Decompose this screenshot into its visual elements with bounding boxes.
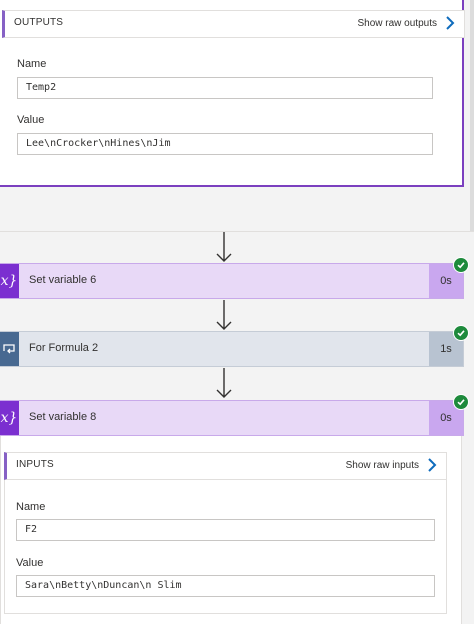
chevron-right-icon xyxy=(446,16,455,30)
show-raw-inputs-label: Show raw inputs xyxy=(345,459,419,471)
outputs-title: OUTPUTS xyxy=(14,17,64,28)
show-raw-inputs-link[interactable]: Show raw inputs xyxy=(346,456,438,474)
set-variable-8-details: INPUTS Show raw inputs Name F2 Value Sar… xyxy=(0,436,462,624)
output-name-value: Temp2 xyxy=(17,77,433,99)
step-title: For Formula 2 xyxy=(29,342,99,354)
check-circle-icon xyxy=(453,394,469,410)
inputs-section-header: INPUTS Show raw inputs xyxy=(4,452,447,480)
check-circle-icon xyxy=(453,325,469,341)
arrow-down-icon xyxy=(216,300,232,330)
inputs-section: INPUTS Show raw inputs Name F2 Value Sar… xyxy=(4,452,447,614)
outputs-section-header: OUTPUTS Show raw outputs xyxy=(2,10,465,38)
variable-icon: x} xyxy=(0,401,19,435)
canvas-divider xyxy=(0,231,474,232)
output-value-value: Lee\nCrocker\nHines\nJim xyxy=(17,133,433,155)
step-set-variable-6[interactable]: x} Set variable 6 0s xyxy=(0,263,464,299)
input-value-value: Sara\nBetty\nDuncan\n Slim xyxy=(16,575,435,597)
show-raw-outputs-label: Show raw outputs xyxy=(357,17,438,29)
loop-icon xyxy=(0,332,19,366)
canvas-scrollbar[interactable] xyxy=(470,0,474,232)
arrow-down-icon xyxy=(216,368,232,398)
variable-icon: x} xyxy=(0,264,19,298)
step-title: Set variable 8 xyxy=(29,411,97,423)
input-name-value: F2 xyxy=(16,519,435,541)
show-raw-outputs-link[interactable]: Show raw outputs xyxy=(358,14,457,32)
chevron-right-icon xyxy=(428,458,437,472)
check-circle-icon xyxy=(453,257,469,273)
arrow-down-icon xyxy=(216,232,232,262)
input-value-label: Value xyxy=(16,557,44,569)
inputs-title: INPUTS xyxy=(16,459,54,470)
step-set-variable-8[interactable]: x} Set variable 8 0s xyxy=(0,400,464,436)
set-variable-output-card: OUTPUTS Show raw outputs Name Temp2 Valu… xyxy=(0,0,465,187)
output-name-label: Name xyxy=(17,58,47,70)
input-name-label: Name xyxy=(16,501,46,513)
step-title: Set variable 6 xyxy=(29,274,97,286)
output-value-label: Value xyxy=(17,114,45,126)
step-for-formula-2[interactable]: For Formula 2 1s xyxy=(0,331,464,367)
